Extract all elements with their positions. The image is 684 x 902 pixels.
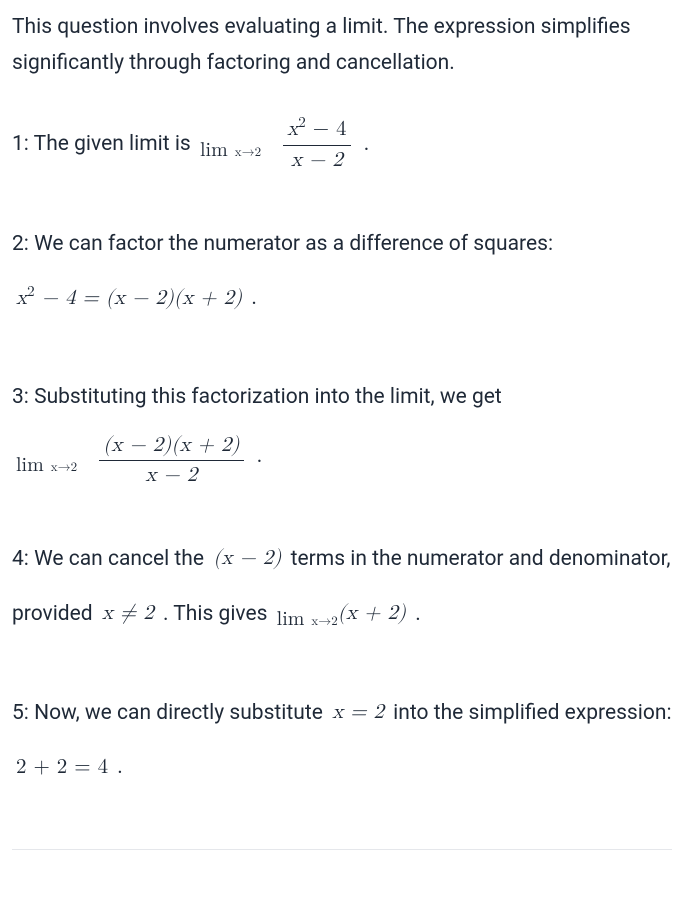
step-4-result: lim x→2 (x + 2) bbox=[277, 587, 406, 642]
step-5-period: . bbox=[117, 755, 123, 779]
step-2-period: . bbox=[251, 286, 257, 310]
step-4-text-c: . This gives bbox=[163, 602, 273, 626]
step-3-text: 3: Substituting this factorization into … bbox=[12, 385, 502, 409]
lim-symbol: lim bbox=[277, 609, 305, 629]
s1-num-x: x bbox=[287, 119, 298, 140]
step-1-limit: lim x→2 x2 − 4 x − 2 bbox=[200, 117, 355, 172]
step-4-cond: x ≠ 2 bbox=[102, 587, 154, 642]
step-1-period: . bbox=[364, 133, 370, 157]
s1-den: x − 2 bbox=[283, 146, 350, 173]
step-4-term: (x − 2) bbox=[213, 532, 281, 587]
step-4-text-a: 4: We can cancel the bbox=[12, 547, 209, 571]
s2-x: x bbox=[16, 288, 27, 309]
s1-num-rest: − 4 bbox=[306, 119, 347, 140]
lim-subscript: x→2 bbox=[51, 461, 77, 474]
s2-sup: 2 bbox=[27, 284, 35, 299]
lim-symbol: lim bbox=[16, 455, 44, 475]
s3-num: (x − 2)(x + 2) bbox=[99, 433, 243, 461]
step-4: 4: We can cancel the (x − 2) terms in th… bbox=[12, 532, 672, 642]
divider bbox=[12, 849, 672, 850]
lim-symbol: lim bbox=[200, 140, 228, 160]
step-4-period: . bbox=[415, 602, 421, 626]
s1-num-sup: 2 bbox=[298, 115, 306, 130]
step-5-text-b: into the simplified expression: bbox=[393, 701, 671, 725]
step-2-text: 2: We can factor the numerator as a diff… bbox=[12, 232, 553, 256]
step-2: 2: We can factor the numerator as a diff… bbox=[12, 217, 672, 326]
intro-paragraph: This question involves evaluating a limi… bbox=[12, 10, 672, 81]
step-3: 3: Substituting this factorization into … bbox=[12, 370, 672, 488]
step-5-eq: 2 + 2 = 4 bbox=[16, 741, 108, 796]
s2-rest: − 4 = (x − 2)(x + 2) bbox=[35, 288, 242, 309]
step-5-sub: x = 2 bbox=[332, 686, 384, 741]
lim-subscript: x→2 bbox=[311, 615, 337, 628]
lim-subscript: x→2 bbox=[235, 146, 261, 159]
step-3-limit: lim x→2 (x − 2)(x + 2) x − 2 bbox=[16, 433, 248, 488]
step-5-text-a: 5: Now, we can directly substitute bbox=[12, 701, 328, 725]
step-1-text: 1: The given limit is bbox=[12, 133, 196, 157]
step-3-period: . bbox=[257, 444, 263, 468]
s4-res: (x + 2) bbox=[338, 603, 406, 624]
step-5: 5: Now, we can directly substitute x = 2… bbox=[12, 686, 672, 796]
step-2-eq: x2 − 4 = (x − 2)(x + 2) bbox=[16, 272, 242, 327]
step-1: 1: The given limit is lim x→2 x2 − 4 x −… bbox=[12, 117, 672, 172]
s3-den: x − 2 bbox=[99, 461, 243, 488]
